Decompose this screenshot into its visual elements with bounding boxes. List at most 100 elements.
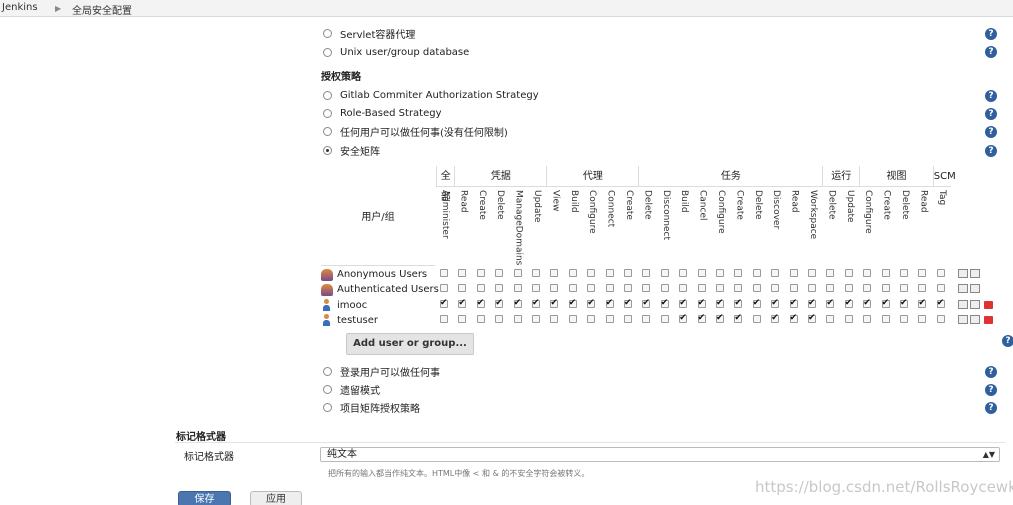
auth-option-logged-in[interactable]: 登录用户可以做任何事 (323, 363, 440, 379)
help-icon[interactable]: ? (985, 126, 997, 138)
permission-checkbox[interactable] (495, 314, 504, 323)
permission-checkbox[interactable] (918, 314, 927, 323)
permission-checkbox[interactable] (844, 284, 853, 293)
permission-checkbox[interactable] (679, 298, 688, 308)
clear-all-icon[interactable] (970, 269, 980, 278)
permission-checkbox[interactable] (587, 284, 596, 293)
auth-option-matrix[interactable]: 安全矩阵 (323, 142, 380, 158)
auth-option-gitlab[interactable]: Gitlab Commiter Authorization Strategy (323, 87, 539, 103)
permission-checkbox[interactable] (642, 269, 651, 277)
breadcrumb-global-security[interactable]: 全局安全配置 (72, 2, 132, 17)
radio-checked-icon[interactable] (323, 145, 332, 155)
auth-option-role-based[interactable]: Role-Based Strategy (323, 105, 442, 121)
permission-checkbox[interactable] (881, 298, 890, 308)
permission-checkbox[interactable] (660, 284, 669, 293)
permission-checkbox[interactable] (881, 314, 890, 323)
permission-checkbox[interactable] (752, 314, 761, 323)
permission-checkbox[interactable] (771, 298, 780, 308)
permission-checkbox[interactable] (532, 314, 540, 323)
permission-checkbox[interactable] (900, 298, 908, 308)
permission-checkbox[interactable] (624, 269, 632, 277)
permission-checkbox[interactable] (495, 284, 504, 293)
permission-checkbox[interactable] (440, 314, 448, 323)
permission-checkbox[interactable] (440, 269, 448, 277)
permission-checkbox[interactable] (550, 314, 559, 323)
auth-option-anyone[interactable]: 任何用户可以做任何事(没有任何限制) (323, 123, 508, 139)
radio-icon[interactable] (323, 384, 332, 394)
permission-checkbox[interactable] (679, 313, 688, 323)
radio-icon[interactable] (323, 366, 332, 376)
permission-checkbox[interactable] (660, 298, 669, 308)
permission-checkbox[interactable] (844, 269, 853, 277)
help-icon[interactable]: ? (985, 366, 997, 378)
permission-checkbox[interactable] (642, 314, 651, 323)
permission-checkbox[interactable] (660, 269, 669, 277)
permission-checkbox[interactable] (642, 284, 651, 293)
permission-checkbox[interactable] (863, 284, 872, 293)
permission-checkbox[interactable] (642, 298, 651, 308)
radio-icon[interactable] (323, 28, 332, 38)
permission-checkbox[interactable] (476, 284, 485, 293)
permission-checkbox[interactable] (863, 269, 872, 277)
radio-icon[interactable] (323, 47, 332, 57)
breadcrumb-jenkins[interactable]: Jenkins (2, 2, 38, 13)
permission-checkbox[interactable] (495, 298, 504, 308)
permission-checkbox[interactable] (697, 298, 706, 308)
permission-checkbox[interactable] (440, 298, 448, 308)
permission-checkbox[interactable] (844, 298, 853, 308)
permission-checkbox[interactable] (605, 284, 614, 293)
permission-checkbox[interactable] (826, 298, 835, 308)
permission-checkbox[interactable] (532, 298, 540, 308)
markup-formatter-select[interactable]: 纯文本 ▲▼ (320, 447, 1000, 462)
help-icon[interactable]: ? (985, 145, 997, 157)
permission-checkbox[interactable] (826, 314, 835, 323)
permission-checkbox[interactable] (532, 269, 540, 277)
permission-checkbox[interactable] (716, 298, 724, 308)
permission-checkbox[interactable] (881, 284, 890, 293)
permission-checkbox[interactable] (679, 269, 688, 277)
realm-option-servlet[interactable]: Servlet容器代理 (323, 25, 415, 41)
permission-checkbox[interactable] (808, 269, 816, 277)
permission-checkbox[interactable] (808, 313, 816, 323)
add-user-or-group-button[interactable]: Add user or group... (346, 333, 474, 355)
toggle-all-icon[interactable] (958, 314, 968, 324)
permission-checkbox[interactable] (734, 269, 743, 277)
permission-checkbox[interactable] (513, 269, 522, 277)
permission-checkbox[interactable] (624, 314, 632, 323)
delete-row-icon[interactable] (984, 300, 993, 309)
permission-checkbox[interactable] (771, 284, 780, 293)
permission-checkbox[interactable] (789, 313, 798, 323)
clear-all-icon[interactable] (970, 314, 980, 324)
permission-checkbox[interactable] (513, 314, 522, 323)
permission-checkbox[interactable] (458, 314, 467, 323)
toggle-all-icon[interactable] (958, 299, 968, 309)
permission-checkbox[interactable] (900, 284, 908, 293)
permission-checkbox[interactable] (716, 269, 724, 277)
permission-checkbox[interactable] (771, 313, 780, 323)
permission-checkbox[interactable] (458, 269, 467, 277)
help-icon[interactable]: ? (985, 90, 997, 102)
permission-checkbox[interactable] (624, 284, 632, 293)
permission-checkbox[interactable] (605, 269, 614, 277)
permission-checkbox[interactable] (900, 314, 908, 323)
permission-checkbox[interactable] (734, 298, 743, 308)
permission-checkbox[interactable] (568, 269, 577, 277)
permission-checkbox[interactable] (568, 298, 577, 308)
permission-checkbox[interactable] (458, 298, 467, 308)
permission-checkbox[interactable] (918, 284, 927, 293)
permission-checkbox[interactable] (918, 298, 927, 308)
permission-checkbox[interactable] (716, 284, 724, 293)
permission-checkbox[interactable] (476, 314, 485, 323)
permission-checkbox[interactable] (863, 314, 872, 323)
help-icon[interactable]: ? (985, 384, 997, 396)
permission-checkbox[interactable] (936, 269, 945, 277)
permission-checkbox[interactable] (440, 284, 448, 293)
radio-icon[interactable] (323, 108, 332, 118)
permission-checkbox[interactable] (550, 269, 559, 277)
help-icon[interactable]: ? (985, 402, 997, 414)
permission-checkbox[interactable] (568, 314, 577, 323)
permission-checkbox[interactable] (826, 269, 835, 277)
permission-checkbox[interactable] (716, 313, 724, 323)
help-icon[interactable]: ? (985, 108, 997, 120)
permission-checkbox[interactable] (826, 284, 835, 293)
